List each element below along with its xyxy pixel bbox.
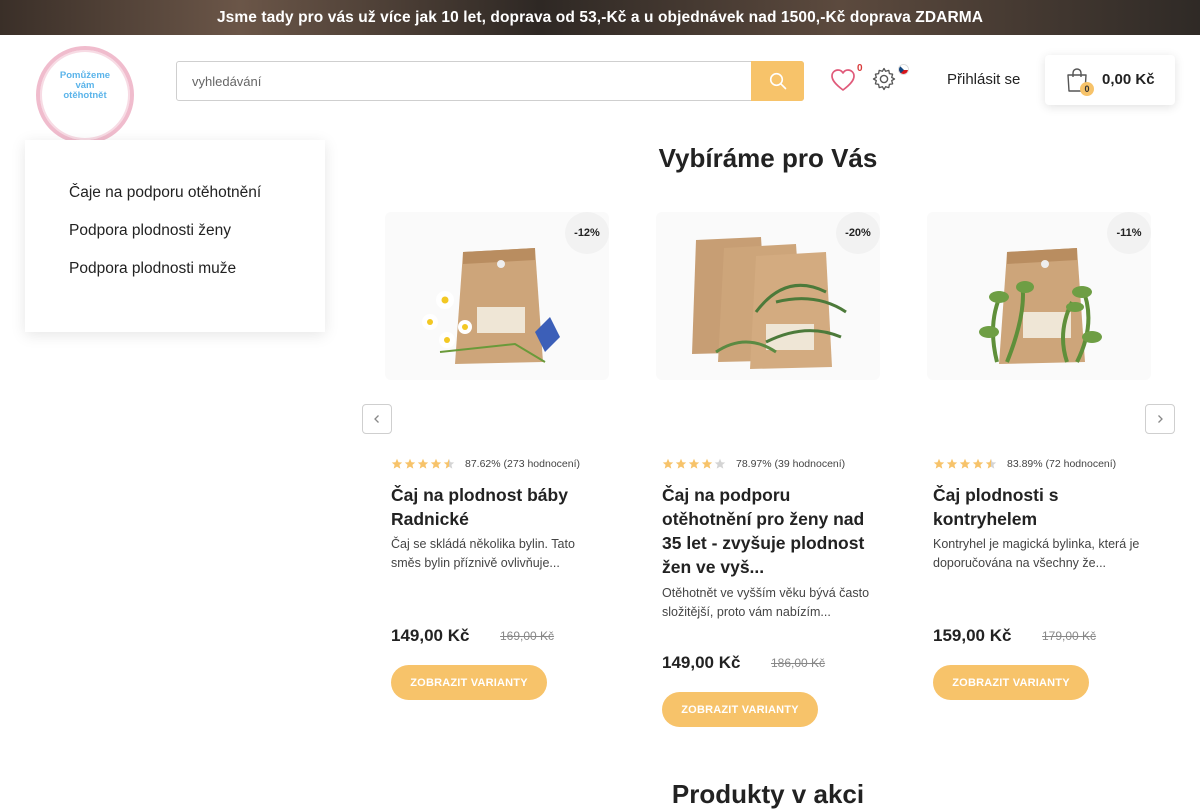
- star-empty-icon: [714, 458, 726, 469]
- search-bar: [176, 61, 804, 101]
- show-variants-button[interactable]: ZOBRAZIT VARIANTY: [662, 692, 818, 727]
- star-icon: [959, 458, 971, 469]
- cart-count-badge: 0: [1080, 82, 1094, 96]
- product-price: 149,00 Kč: [391, 626, 470, 645]
- rating-text: 83.89% (72 hodnocení): [1007, 458, 1117, 470]
- rating-stars: [933, 458, 998, 470]
- product-old-price: 169,00 Kč: [500, 629, 555, 643]
- section-title-sale: Produkty v akci: [671, 779, 865, 809]
- sidebar-item-tea[interactable]: Čaje na podporu otěhotnění: [69, 184, 261, 202]
- search-input[interactable]: [177, 62, 752, 100]
- sidebar-item-women-fertility[interactable]: Podpora plodnosti ženy: [69, 222, 231, 240]
- show-variants-button[interactable]: ZOBRAZIT VARIANTY: [391, 665, 547, 700]
- star-icon: [404, 458, 416, 469]
- product-description: Otěhotnět ve vyšším věku bývá často slož…: [662, 586, 870, 619]
- rating-stars: [662, 458, 727, 470]
- show-variants-button[interactable]: ZOBRAZIT VARIANTY: [933, 665, 1089, 700]
- wishlist-count: 0: [857, 63, 863, 74]
- carousel-next-button[interactable]: [1145, 404, 1175, 434]
- star-icon: [701, 458, 713, 469]
- cart-total: 0,00 Kč: [1102, 71, 1155, 88]
- star-icon: [933, 458, 945, 469]
- chevron-left-icon: [374, 415, 379, 423]
- rating-text: 78.97% (39 hodnocení): [736, 458, 846, 470]
- login-link[interactable]: Přihlásit se: [947, 71, 1020, 88]
- logo-text: Pomůžeme vám otěhotnět: [59, 70, 111, 101]
- product-rating: 83.89% (72 hodnocení): [933, 458, 1116, 470]
- product-name[interactable]: Čaj na podporu otěhotnění pro ženy nad 3…: [662, 483, 872, 579]
- product-rating: 87.62% (273 hodnocení): [391, 458, 580, 470]
- product-description: Kontryhel je magická bylinka, která je d…: [933, 537, 1140, 570]
- star-half-icon: [443, 458, 455, 469]
- cart-button[interactable]: 0 0,00 Kč: [1045, 55, 1175, 105]
- sidebar-item-men-fertility[interactable]: Podpora plodnosti muže: [69, 260, 236, 278]
- carousel-prev-button[interactable]: [362, 404, 392, 434]
- announcement-bar: Jsme tady pro vás už více jak 10 let, do…: [0, 0, 1200, 35]
- search-icon: [769, 72, 786, 90]
- star-icon: [430, 458, 442, 469]
- announcement-text: Jsme tady pro vás už více jak 10 let, do…: [216, 8, 984, 26]
- product-price: 159,00 Kč: [933, 626, 1012, 645]
- star-half-icon: [985, 458, 997, 469]
- product-rating: 78.97% (39 hodnocení): [662, 458, 845, 470]
- rating-stars: [391, 458, 456, 470]
- product-name[interactable]: Čaj na plodnost báby Radnické: [391, 483, 601, 531]
- star-icon: [675, 458, 687, 469]
- star-icon: [417, 458, 429, 469]
- czech-flag-icon[interactable]: [898, 64, 909, 75]
- gear-icon[interactable]: [872, 67, 896, 91]
- discount-badge: -20%: [836, 212, 880, 254]
- star-icon: [688, 458, 700, 469]
- product-description: Čaj se skládá několika bylin. Tato směs …: [391, 537, 575, 570]
- star-icon: [662, 458, 674, 469]
- product-price: 149,00 Kč: [662, 653, 741, 672]
- product-name[interactable]: Čaj plodnosti s kontryhelem: [933, 483, 1143, 531]
- star-icon: [972, 458, 984, 469]
- heart-icon[interactable]: [829, 66, 857, 94]
- product-old-price: 179,00 Kč: [1042, 629, 1097, 643]
- star-icon: [946, 458, 958, 469]
- chevron-right-icon: [1158, 415, 1163, 423]
- star-icon: [391, 458, 403, 469]
- rating-text: 87.62% (273 hodnocení): [465, 458, 581, 470]
- search-button[interactable]: [751, 61, 804, 101]
- product-old-price: 186,00 Kč: [771, 656, 826, 670]
- discount-badge: -11%: [1107, 212, 1151, 254]
- category-sidebar: Čaje na podporu otěhotnění Podpora plodn…: [25, 140, 325, 332]
- discount-badge: -12%: [565, 212, 609, 254]
- section-title-recommended: Vybíráme pro Vás: [658, 143, 878, 173]
- site-logo[interactable]: Pomůžeme vám otěhotnět: [25, 35, 145, 155]
